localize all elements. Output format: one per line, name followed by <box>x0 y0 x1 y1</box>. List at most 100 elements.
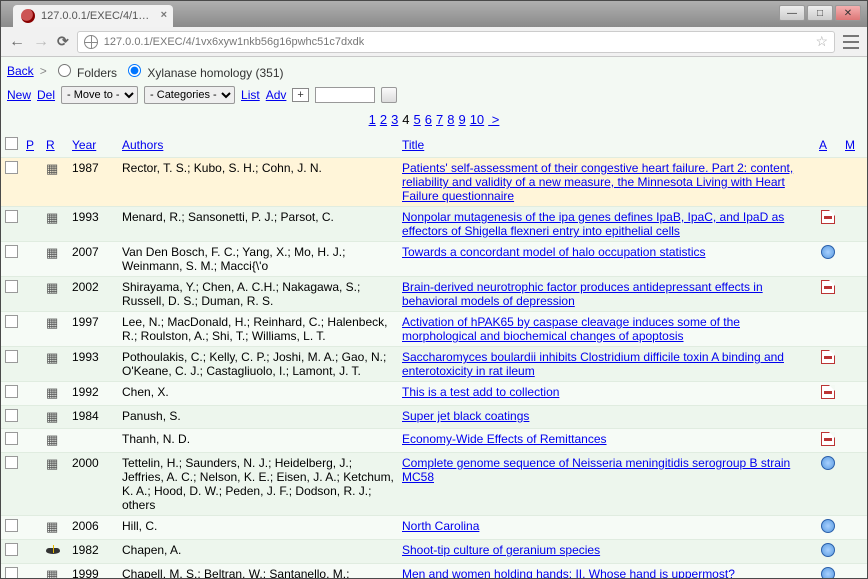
row-checkbox[interactable] <box>5 350 18 363</box>
row-title-link[interactable]: Patients' self-assessment of their conge… <box>402 161 793 203</box>
del-link[interactable]: Del <box>37 88 55 102</box>
row-checkbox[interactable] <box>5 385 18 398</box>
calendar-icon: ▦ <box>46 519 58 534</box>
row-year: 1999 <box>68 564 118 579</box>
row-checkbox[interactable] <box>5 210 18 223</box>
results-tbody: ▦1987Rector, T. S.; Kubo, S. H.; Cohn, J… <box>1 158 867 579</box>
new-link[interactable]: New <box>7 88 31 102</box>
pager-page[interactable]: 7 <box>436 112 443 127</box>
table-row[interactable]: 1982Chapen, A.Shoot-tip culture of geran… <box>1 540 867 564</box>
row-title-link[interactable]: Towards a concordant model of halo occup… <box>402 245 706 259</box>
row-checkbox[interactable] <box>5 456 18 469</box>
col-header-authors[interactable]: Authors <box>122 138 163 152</box>
back-button[interactable]: ← <box>9 33 25 51</box>
adv-link[interactable]: Adv <box>266 88 287 102</box>
row-title-link[interactable]: Activation of hPAK65 by caspase cleavage… <box>402 315 740 343</box>
pager-page[interactable]: 9 <box>458 112 465 127</box>
window-minimize-button[interactable]: — <box>779 5 805 21</box>
xylanase-radio[interactable] <box>128 64 141 77</box>
pager-next[interactable]: > <box>488 112 499 127</box>
col-header-a[interactable]: A <box>819 138 827 152</box>
table-row[interactable]: ▦Thanh, N. D.Economy-Wide Effects of Rem… <box>1 429 867 453</box>
row-title-link[interactable]: Economy-Wide Effects of Remittances <box>402 432 607 446</box>
table-row[interactable]: ▦2007Van Den Bosch, F. C.; Yang, X.; Mo,… <box>1 242 867 277</box>
row-title-link[interactable]: Saccharomyces boulardii inhibits Clostri… <box>402 350 784 378</box>
table-row[interactable]: ▦2006Hill, C.North Carolina <box>1 516 867 540</box>
row-checkbox[interactable] <box>5 567 18 578</box>
table-row[interactable]: ▦2002Shirayama, Y.; Chen, A. C.H.; Nakag… <box>1 277 867 312</box>
row-title-link[interactable]: This is a test add to collection <box>402 385 559 399</box>
row-checkbox[interactable] <box>5 280 18 293</box>
table-row[interactable]: ▦1997Lee, N.; MacDonald, H.; Reinhard, C… <box>1 312 867 347</box>
web-icon[interactable] <box>821 245 835 259</box>
list-link[interactable]: List <box>241 88 260 102</box>
table-row[interactable]: ▦1993Pothoulakis, C.; Kelly, C. P.; Josh… <box>1 347 867 382</box>
pager-page[interactable]: 6 <box>425 112 432 127</box>
calendar-icon: ▦ <box>46 567 58 578</box>
folders-radio-label[interactable]: Folders <box>53 61 117 80</box>
web-icon[interactable] <box>821 456 835 470</box>
browser-tab[interactable]: 127.0.0.1/EXEC/4/1vx6xyw1 × <box>13 5 173 27</box>
pager-page[interactable]: 8 <box>447 112 454 127</box>
pager-page[interactable]: 5 <box>414 112 421 127</box>
col-header-m[interactable]: M <box>845 138 855 152</box>
pdf-icon[interactable] <box>821 385 835 399</box>
pdf-icon[interactable] <box>821 280 835 294</box>
row-checkbox[interactable] <box>5 315 18 328</box>
address-bar[interactable]: 127.0.0.1/EXEC/4/1vx6xyw1nkb56g16pwhc51c… <box>77 31 835 53</box>
calendar-icon: ▦ <box>46 350 58 365</box>
pager-page[interactable]: 3 <box>391 112 398 127</box>
row-year: 2002 <box>68 277 118 312</box>
row-checkbox[interactable] <box>5 543 18 556</box>
row-authors: Chapell, M. S.; Beltran, W.; Santanello,… <box>118 564 398 579</box>
tab-close-icon[interactable]: × <box>161 9 167 21</box>
breadcrumb-back-link[interactable]: Back <box>7 64 34 78</box>
row-checkbox[interactable] <box>5 519 18 532</box>
row-checkbox[interactable] <box>5 245 18 258</box>
row-title-link[interactable]: Men and women holding hands: II. Whose h… <box>402 567 735 578</box>
row-year: 2006 <box>68 516 118 540</box>
bookmark-star-icon[interactable]: ☆ <box>815 33 828 50</box>
table-row[interactable]: ▦1984Panush, S.Super jet black coatings <box>1 406 867 429</box>
row-checkbox[interactable] <box>5 161 18 174</box>
search-input[interactable] <box>315 87 375 103</box>
xylanase-radio-label[interactable]: Xylanase homology (351) <box>123 61 283 80</box>
web-icon[interactable] <box>821 567 835 578</box>
window-maximize-button[interactable]: □ <box>807 5 833 21</box>
select-all-checkbox[interactable] <box>5 137 18 150</box>
table-row[interactable]: ▦1987Rector, T. S.; Kubo, S. H.; Cohn, J… <box>1 158 867 207</box>
move-to-select[interactable]: - Move to - <box>61 86 138 104</box>
plus-button[interactable]: + <box>292 88 308 102</box>
search-go-button[interactable] <box>381 87 397 103</box>
row-checkbox[interactable] <box>5 432 18 445</box>
pdf-icon[interactable] <box>821 350 835 364</box>
row-title-link[interactable]: Super jet black coatings <box>402 409 529 423</box>
window-close-button[interactable]: ✕ <box>835 5 861 21</box>
row-title-link[interactable]: Nonpolar mutagenesis of the ipa genes de… <box>402 210 784 238</box>
pager-page[interactable]: 10 <box>470 112 484 127</box>
categories-select[interactable]: - Categories - <box>144 86 235 104</box>
row-title-link[interactable]: Shoot-tip culture of geranium species <box>402 543 600 557</box>
pager-page[interactable]: 2 <box>380 112 387 127</box>
folders-radio[interactable] <box>58 64 71 77</box>
row-authors: Thanh, N. D. <box>118 429 398 453</box>
pager-page[interactable]: 1 <box>369 112 376 127</box>
col-header-year[interactable]: Year <box>72 138 96 152</box>
pdf-icon[interactable] <box>821 210 835 224</box>
pdf-icon[interactable] <box>821 432 835 446</box>
col-header-title[interactable]: Title <box>402 138 424 152</box>
col-header-r[interactable]: R <box>46 138 55 152</box>
reload-button[interactable]: ⟳ <box>57 33 69 50</box>
table-row[interactable]: ▦2000Tettelin, H.; Saunders, N. J.; Heid… <box>1 453 867 516</box>
row-checkbox[interactable] <box>5 409 18 422</box>
browser-menu-button[interactable] <box>843 35 859 49</box>
row-title-link[interactable]: North Carolina <box>402 519 479 533</box>
table-row[interactable]: ▦1993Menard, R.; Sansonetti, P. J.; Pars… <box>1 207 867 242</box>
row-title-link[interactable]: Brain-derived neurotrophic factor produc… <box>402 280 763 308</box>
table-row[interactable]: ▦1992Chen, X.This is a test add to colle… <box>1 382 867 406</box>
table-row[interactable]: ▦ 1999Chapell, M. S.; Beltran, W.; Santan… <box>1 564 867 579</box>
col-header-p[interactable]: P <box>26 138 34 152</box>
web-icon[interactable] <box>821 543 835 557</box>
web-icon[interactable] <box>821 519 835 533</box>
row-title-link[interactable]: Complete genome sequence of Neisseria me… <box>402 456 790 484</box>
